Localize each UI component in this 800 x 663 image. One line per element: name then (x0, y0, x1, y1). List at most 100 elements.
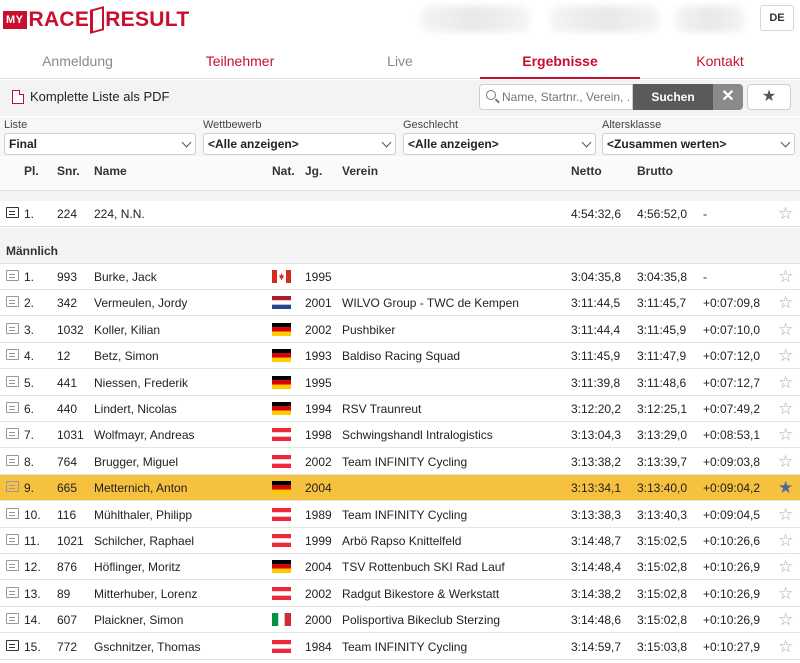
filter-wettbewerb-select[interactable]: <Alle anzeigen> (203, 133, 396, 155)
clear-search-button[interactable]: ✕ (713, 84, 743, 110)
cell-name[interactable]: Brugger, Miguel (94, 455, 178, 469)
cell-name[interactable]: Koller, Kilian (94, 323, 160, 337)
table-row[interactable]: 6. 440 Lindert, Nicolas 1994 RSV Traunreut 3:… (0, 396, 800, 422)
spacer (0, 228, 800, 236)
table-row[interactable]: 11. 1021 Schilcher, Raphael 1999 Arbö Rapso … (0, 528, 800, 554)
favorite-star-icon[interactable]: ☆ (778, 204, 793, 224)
table-row[interactable]: 14. 607 Plaickner, Simon 2000 Polisportiva B… (0, 607, 800, 634)
table-row[interactable]: 12. 876 Höflinger, Moritz 2004 TSV Rottenbuc… (0, 554, 800, 581)
comment-icon[interactable] (6, 481, 19, 493)
table-row[interactable]: 7. 1031 Wolfmayr, Andreas 1998 Schwingshandl… (0, 422, 800, 449)
cell-name[interactable]: Plaickner, Simon (94, 613, 183, 627)
spacer (0, 191, 800, 201)
cell-name[interactable]: Wolfmayr, Andreas (94, 428, 195, 442)
favorite-star-icon[interactable]: ☆ (778, 452, 793, 472)
search-input[interactable] (502, 88, 630, 106)
flag-aut-icon (272, 507, 291, 521)
filter-liste-select[interactable]: Final (4, 133, 196, 155)
comment-icon[interactable] (6, 402, 19, 413)
comment-icon[interactable] (6, 270, 19, 281)
cell-name[interactable]: Lindert, Nicolas (94, 402, 177, 416)
logo-flag-icon (90, 6, 105, 34)
comment-icon[interactable] (6, 454, 19, 466)
flag-ger-icon (272, 322, 291, 336)
filter-altersklasse-select[interactable]: <Zusammen werten> (602, 133, 795, 155)
favorite-star-icon[interactable]: ☆ (778, 320, 793, 340)
cell-jg: 1999 (305, 534, 332, 548)
favorite-star-icon[interactable]: ☆ (778, 557, 793, 577)
favorite-star-icon[interactable]: ☆ (778, 293, 793, 313)
cell-name[interactable]: Mitterhuber, Lorenz (94, 587, 197, 601)
tab-live[interactable]: Live (320, 53, 480, 69)
cell-pl: 14. (24, 613, 41, 628)
logo[interactable]: MY RACE RESULT (3, 5, 189, 35)
cell-name[interactable]: Metternich, Anton (94, 481, 187, 495)
favorite-star-icon[interactable]: ☆ (778, 425, 793, 445)
comment-icon[interactable] (6, 613, 19, 625)
cell-name[interactable]: Gschnitzer, Thomas (94, 640, 201, 654)
table-row[interactable]: 5. 441 Niessen, Frederik 1995 3:11:39,8 3:11:… (0, 369, 800, 396)
tab-teilnehmer[interactable]: Teilnehmer (160, 53, 320, 69)
cell-name[interactable]: Vermeulen, Jordy (94, 296, 187, 310)
favorite-star-icon[interactable]: ☆ (778, 584, 793, 604)
tab-kontakt[interactable]: Kontakt (640, 53, 800, 69)
cell-name[interactable]: Burke, Jack (94, 270, 157, 284)
col-name[interactable]: Name (94, 164, 127, 178)
table-row[interactable]: 10. 116 Mühlthaler, Philipp 1989 Team INFINI… (0, 501, 800, 528)
blurred-logo (675, 6, 745, 32)
favorite-star-icon[interactable]: ☆ (778, 637, 793, 657)
favorite-star-icon[interactable]: ☆ (778, 531, 793, 551)
favorite-star-icon[interactable]: ☆ (778, 610, 793, 630)
cell-name[interactable]: Schilcher, Raphael (94, 534, 194, 548)
comment-icon[interactable] (6, 534, 19, 545)
cell-name[interactable]: Höflinger, Moritz (94, 560, 181, 574)
comment-icon[interactable] (6, 639, 19, 651)
language-button[interactable]: DE (760, 5, 794, 31)
col-brutto[interactable]: Brutto (637, 164, 673, 178)
cell-name[interactable]: Mühlthaler, Philipp (94, 508, 192, 522)
favorite-star-icon[interactable]: ☆ (778, 399, 793, 419)
comment-icon[interactable] (6, 586, 19, 598)
cell-name[interactable]: Niessen, Frederik (94, 376, 188, 390)
comment-icon[interactable] (6, 560, 19, 572)
col-verein[interactable]: Verein (342, 164, 378, 178)
comment-icon[interactable] (6, 375, 19, 387)
table-row[interactable]: 15. 772 Gschnitzer, Thomas 1984 Team INFINIT… (0, 633, 800, 660)
cell-brutto: 3:13:39,7 (637, 454, 688, 469)
cell-netto: 3:14:48,6 (571, 613, 622, 628)
pdf-download-link[interactable]: Komplette Liste als PDF (12, 89, 169, 104)
search-button[interactable]: Suchen (633, 84, 713, 110)
cell-snr: 224 (57, 207, 78, 221)
col-jg[interactable]: Jg. (305, 164, 322, 178)
tab-anmeldung[interactable]: Anmeldung (0, 53, 155, 69)
table-row[interactable]: 1. 224 224, N.N. 4:54:32,6 4:56:52,0 - ☆ (0, 201, 800, 227)
table-row[interactable]: 1. 993 Burke, Jack 1995 3:04:35,8 3:04:35,8 - ☆ (0, 264, 800, 290)
comment-icon[interactable] (6, 507, 19, 519)
filter-geschlecht-select[interactable]: <Alle anzeigen> (403, 133, 596, 155)
col-netto[interactable]: Netto (571, 164, 602, 178)
col-pl[interactable]: Pl. (24, 164, 39, 178)
table-row[interactable]: 3. 1032 Koller, Kilian 2002 Pushbiker 3:11:44… (0, 316, 800, 343)
comment-icon[interactable] (6, 428, 19, 440)
col-nat[interactable]: Nat. (272, 164, 295, 178)
table-row[interactable]: 2. 342 Vermeulen, Jordy 2001 WILVO Group - T… (0, 290, 800, 317)
col-snr[interactable]: Snr. (57, 164, 80, 178)
favorite-star-icon[interactable]: ★ (778, 478, 793, 498)
cell-name[interactable]: Betz, Simon (94, 349, 159, 363)
table-row[interactable]: 4. 12 Betz, Simon 1993 Baldiso Racing Squad 3… (0, 343, 800, 370)
favorite-star-icon[interactable]: ☆ (778, 346, 793, 366)
cell-verein: Pushbiker (342, 322, 396, 337)
favorite-star-icon[interactable]: ☆ (778, 267, 793, 287)
table-row[interactable]: 13. 89 Mitterhuber, Lorenz 2002 Radgut Bikes… (0, 580, 800, 607)
comment-icon[interactable] (6, 322, 19, 334)
favorite-star-icon[interactable]: ☆ (778, 373, 793, 393)
tab-ergebnisse[interactable]: Ergebnisse (480, 53, 640, 69)
pdf-link-label: Komplette Liste als PDF (30, 89, 170, 104)
favorite-star-icon[interactable]: ☆ (778, 505, 793, 525)
table-row[interactable]: 9. 665 Metternich, Anton 2004 3:13:34,1 3:13:… (0, 475, 800, 502)
favorites-button[interactable]: ★ (747, 84, 791, 110)
comment-icon[interactable] (6, 296, 19, 308)
comment-icon[interactable] (6, 349, 19, 361)
table-row[interactable]: 8. 764 Brugger, Miguel 2002 Team INFINITY Cy… (0, 448, 800, 475)
comment-icon[interactable] (6, 207, 19, 218)
